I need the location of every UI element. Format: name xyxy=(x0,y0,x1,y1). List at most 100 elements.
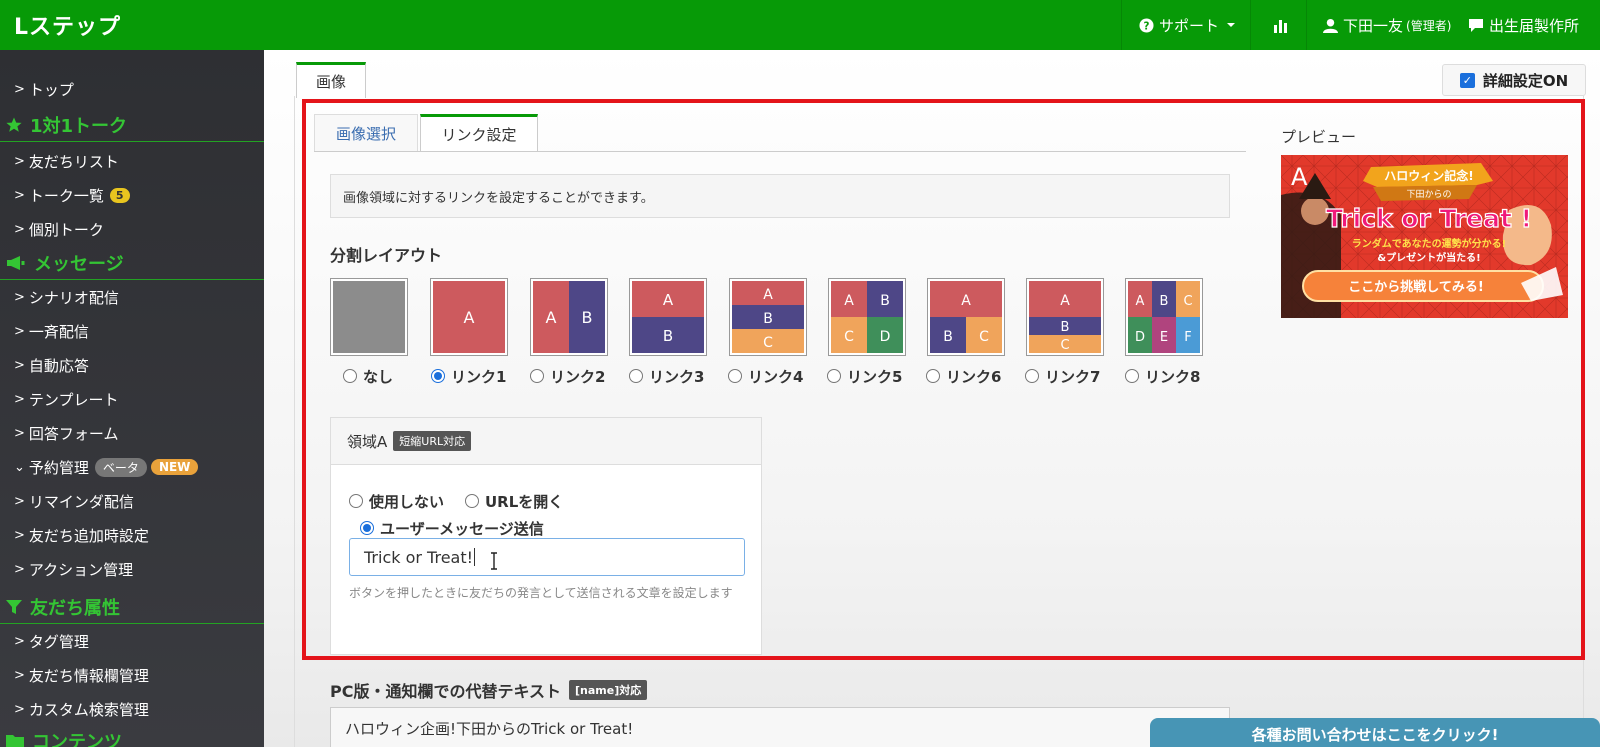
ibeam-cursor-icon xyxy=(491,552,497,570)
chevron-down-icon: ⌄ xyxy=(14,459,25,475)
preview-banner-text: ハロウィン記念! xyxy=(1384,168,1473,183)
detail-setting-checkbox[interactable]: ✓ 詳細設定ON xyxy=(1442,64,1586,96)
radio-layout-link5[interactable]: リンク5 xyxy=(827,366,902,386)
layout-tile-none[interactable] xyxy=(330,278,408,356)
user-menu[interactable]: 下田一友 (管理者) xyxy=(1323,0,1454,50)
preview-from-text: 下田からの xyxy=(1406,189,1451,200)
layout-tile-link3[interactable]: AB xyxy=(629,278,707,356)
chevron-right-icon: > xyxy=(14,701,25,717)
sidebar-item-label: 一斉配信 xyxy=(28,322,89,341)
layout-link8-preview: A B C D E F xyxy=(1128,281,1200,353)
sidebar-item-friend-list[interactable]: > 友だちリスト xyxy=(14,148,119,174)
sidebar-item-add-friend-setting[interactable]: > 友だち追加時設定 xyxy=(14,522,149,548)
radio-layout-link2[interactable]: リンク2 xyxy=(530,366,605,386)
svg-text:B: B xyxy=(1061,320,1070,335)
layout-tile-link4[interactable]: ABC xyxy=(729,278,807,356)
layout-link5-preview: A B C D xyxy=(831,281,903,353)
svg-text:F: F xyxy=(1184,330,1191,345)
sidebar-item-individual-talk[interactable]: > 個別トーク xyxy=(14,216,104,242)
radio-layout-link8[interactable]: リンク8 xyxy=(1125,366,1200,386)
sidebar-item-talk-list[interactable]: > トーク一覧 5 xyxy=(14,182,130,208)
radio-layout-none[interactable]: なし xyxy=(343,366,393,386)
region-title: 領域A xyxy=(347,432,388,451)
layout-tile-link2[interactable]: AB xyxy=(530,278,608,356)
preview-title-text: Trick or Treat ! xyxy=(1326,204,1532,233)
radio-icon xyxy=(343,369,357,383)
layout-tile-link5[interactable]: A B C D xyxy=(828,278,906,356)
radio-action-user-message[interactable]: ユーザーメッセージ送信 xyxy=(360,518,544,538)
layout-tile-link7[interactable]: ABC xyxy=(1026,278,1104,356)
radio-layout-link7[interactable]: リンク7 xyxy=(1025,366,1100,386)
radio-icon xyxy=(926,369,940,383)
user-message-input[interactable]: Trick or Treat! xyxy=(349,538,745,576)
sidebar-item-auto-reply[interactable]: > 自動応答 xyxy=(14,352,89,378)
radio-layout-link4[interactable]: リンク4 xyxy=(728,366,803,386)
layout-label: 分割レイアウト xyxy=(330,246,443,265)
radio-label: リンク8 xyxy=(1145,367,1201,386)
svg-text:D: D xyxy=(1135,330,1145,345)
radio-action-open-url[interactable]: URLを開く xyxy=(465,491,563,511)
app-logo[interactable]: Lステップ xyxy=(14,9,121,41)
preview-image[interactable]: A ハロウィン記念! 下田からの Trick or Treat ! ランダムであ… xyxy=(1281,155,1568,318)
sidebar-item-custom-search[interactable]: > カスタム検索管理 xyxy=(14,696,149,722)
chevron-right-icon: > xyxy=(14,153,25,169)
new-badge: NEW xyxy=(150,459,199,475)
sidebar-item-top[interactable]: > トップ xyxy=(14,76,74,102)
sidebar-item-template[interactable]: > テンプレート xyxy=(14,386,118,412)
layout-link7-preview: ABC xyxy=(1029,281,1101,353)
unread-count-badge: 5 xyxy=(109,187,130,203)
sidebar-item-reservation[interactable]: ⌄ 予約管理 ベータ NEW xyxy=(14,454,199,480)
support-label: サポート xyxy=(1159,16,1220,35)
layout-tile-link1[interactable]: A xyxy=(430,278,508,356)
svg-text:D: D xyxy=(880,329,891,345)
radio-icon xyxy=(827,369,841,383)
sidebar-item-scenario[interactable]: > シナリオ配信 xyxy=(14,284,119,310)
layout-link3-preview: AB xyxy=(632,281,704,353)
tab-link-setting[interactable]: リンク設定 xyxy=(420,114,538,152)
sidebar-item-broadcast[interactable]: > 一斉配信 xyxy=(14,318,89,344)
radio-label: 使用しない xyxy=(369,492,445,511)
radio-layout-link6[interactable]: リンク6 xyxy=(926,366,1001,386)
radio-action-unused[interactable]: 使用しない xyxy=(349,491,444,511)
section-label: メッセージ xyxy=(34,253,124,275)
tab-divider xyxy=(314,151,1246,152)
sidebar-section-attr: 友だち属性 xyxy=(0,590,264,624)
top-header: Lステップ ? サポート 下田一友 (管理者) 出生届製作所 xyxy=(0,0,1600,50)
account-name: 出生届製作所 xyxy=(1489,16,1580,35)
radio-layout-link1[interactable]: リンク1 xyxy=(431,366,506,386)
header-divider xyxy=(1250,0,1251,50)
sidebar-item-reminder[interactable]: > リマインダ配信 xyxy=(14,488,134,514)
chevron-right-icon: > xyxy=(14,527,25,543)
detail-setting-label: 詳細設定ON xyxy=(1482,71,1569,90)
account-menu[interactable]: 出生届製作所 xyxy=(1468,0,1579,50)
sidebar-section-content: コンテンツ xyxy=(0,724,264,747)
user-name: 下田一友 xyxy=(1343,16,1404,35)
preview-line1-text: ランダムであなたの運勢が分かる! xyxy=(1352,237,1506,250)
radio-label: URLを開く xyxy=(485,492,564,511)
support-menu[interactable]: ? サポート xyxy=(1139,0,1242,50)
preview-label: プレビュー xyxy=(1281,128,1357,146)
info-message: 画像領域に対するリンクを設定することができます。 xyxy=(330,174,1230,218)
radio-layout-link3[interactable]: リンク3 xyxy=(629,366,704,386)
contact-button[interactable]: 各種お問い合わせはここをクリック! xyxy=(1150,718,1600,747)
tab-select-image[interactable]: 画像選択 xyxy=(314,114,418,152)
svg-text:B: B xyxy=(663,327,673,345)
svg-text:A: A xyxy=(1136,294,1145,309)
sidebar-item-answer-form[interactable]: > 回答フォーム xyxy=(14,420,118,446)
sidebar-item-friend-info[interactable]: > 友だち情報欄管理 xyxy=(14,662,149,688)
radio-selected-icon xyxy=(360,521,374,535)
analytics-button[interactable] xyxy=(1273,0,1294,50)
tab-image[interactable]: 画像 xyxy=(296,62,366,98)
section-label: 1対1トーク xyxy=(30,115,128,137)
layout-tile-link8[interactable]: ABC DE F xyxy=(1125,278,1203,356)
pc-alt-text-input[interactable]: ハロウィン企画!下田からのTrick or Treat! xyxy=(330,707,1230,747)
layout-tile-link6[interactable]: A B C xyxy=(927,278,1005,356)
sidebar-item-action-mgmt[interactable]: > アクション管理 xyxy=(14,556,133,582)
sidebar-item-label: 友だちリスト xyxy=(28,152,119,171)
pc-label-text: PC版・通知欄での代替テキスト xyxy=(330,682,561,701)
bar-chart-icon xyxy=(1274,19,1287,33)
sidebar-item-tag-mgmt[interactable]: > タグ管理 xyxy=(14,628,89,654)
layout-link6-preview: A B C xyxy=(930,281,1002,353)
svg-text:A: A xyxy=(1060,293,1070,309)
section-label: コンテンツ xyxy=(32,732,122,747)
